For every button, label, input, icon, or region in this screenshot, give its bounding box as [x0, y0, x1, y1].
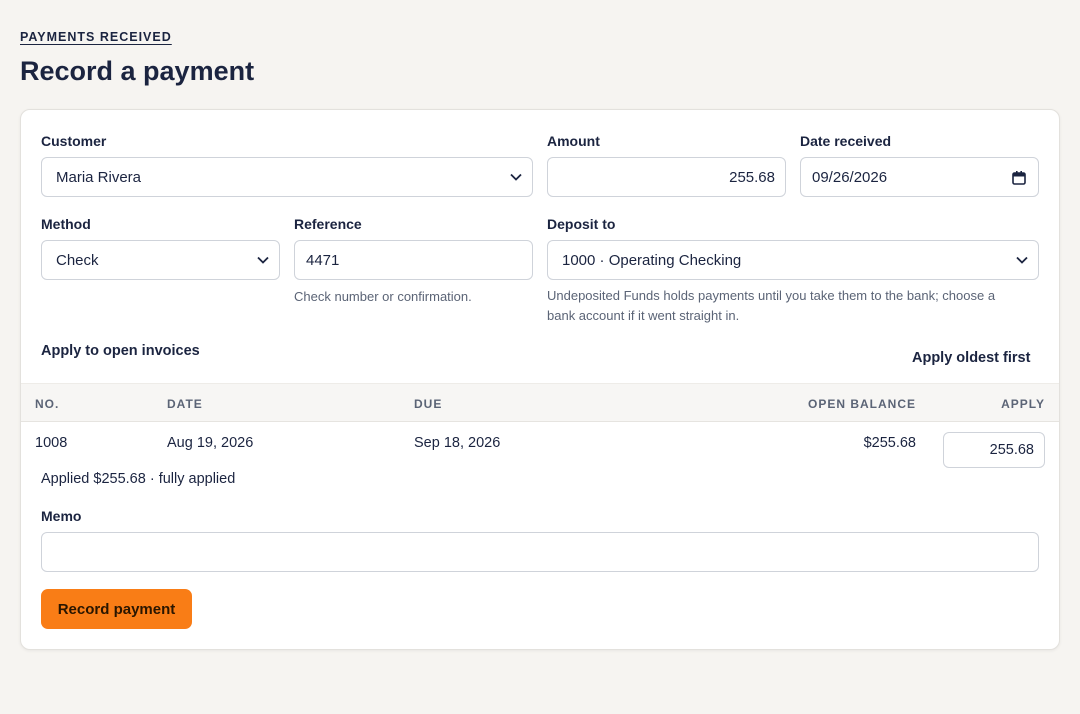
chevron-down-icon — [1016, 256, 1028, 264]
invoice-open-balance: $255.68 — [863, 435, 916, 451]
invoice-due-date: Sep 18, 2026 — [414, 435, 501, 451]
deposit-to-value: 1000 · Operating Checking — [562, 251, 742, 269]
reference-hint: Check number or confirmation. — [294, 289, 472, 304]
reference-value: 4471 — [306, 251, 340, 269]
page-title: Record a payment — [20, 56, 255, 86]
chevron-down-icon — [257, 256, 269, 264]
column-header-open-balance: OPEN BALANCE — [807, 397, 916, 411]
column-header-due: DUE — [414, 397, 443, 411]
reference-input[interactable]: 4471 — [294, 240, 533, 280]
date-received-input[interactable]: 09/26/2026 — [800, 157, 1039, 197]
date-received-label: Date received — [800, 133, 892, 149]
amount-value: 255.68 — [729, 168, 775, 186]
column-header-apply: APPLY — [1001, 397, 1045, 411]
invoice-number: 1008 — [35, 435, 68, 451]
calendar-icon[interactable] — [1012, 171, 1026, 185]
invoice-date: Aug 19, 2026 — [167, 435, 254, 451]
method-select[interactable]: Check — [41, 240, 280, 280]
deposit-to-label: Deposit to — [547, 216, 616, 232]
amount-input[interactable]: 255.68 — [547, 157, 786, 197]
deposit-to-hint-line-2: bank account if it went straight in. — [547, 308, 740, 323]
memo-label: Memo — [41, 508, 82, 524]
apply-invoices-heading: Apply to open invoices — [41, 343, 200, 359]
amount-label: Amount — [547, 133, 600, 149]
customer-label: Customer — [41, 133, 107, 149]
payment-form-card: Customer Maria Rivera Amount 255.68 Date… — [20, 109, 1060, 650]
record-payment-button[interactable]: Record payment — [41, 589, 192, 629]
customer-value: Maria Rivera — [56, 168, 142, 186]
column-header-no: NO. — [35, 397, 60, 411]
invoice-table-header: NO. DATE DUE OPEN BALANCE APPLY — [21, 383, 1059, 422]
deposit-to-select[interactable]: 1000 · Operating Checking — [547, 240, 1039, 280]
date-received-value: 09/26/2026 — [812, 168, 888, 186]
method-value: Check — [56, 251, 99, 269]
method-label: Method — [41, 216, 91, 232]
applied-summary: Applied $255.68 · fully applied — [41, 471, 236, 487]
memo-input[interactable] — [41, 532, 1039, 572]
apply-oldest-first-button[interactable]: Apply oldest first — [912, 350, 1030, 366]
reference-label: Reference — [294, 216, 362, 232]
apply-amount-value: 255.68 — [989, 442, 1034, 458]
column-header-date: DATE — [167, 397, 203, 411]
deposit-to-hint-line-1: Undeposited Funds holds payments until y… — [547, 288, 996, 303]
chevron-down-icon — [510, 173, 522, 181]
customer-select[interactable]: Maria Rivera — [41, 157, 533, 197]
apply-amount-input[interactable]: 255.68 — [943, 432, 1045, 468]
breadcrumb-payments-received[interactable]: PAYMENTS RECEIVED — [20, 30, 172, 44]
deposit-to-hint: Undeposited Funds holds payments until y… — [547, 286, 995, 326]
